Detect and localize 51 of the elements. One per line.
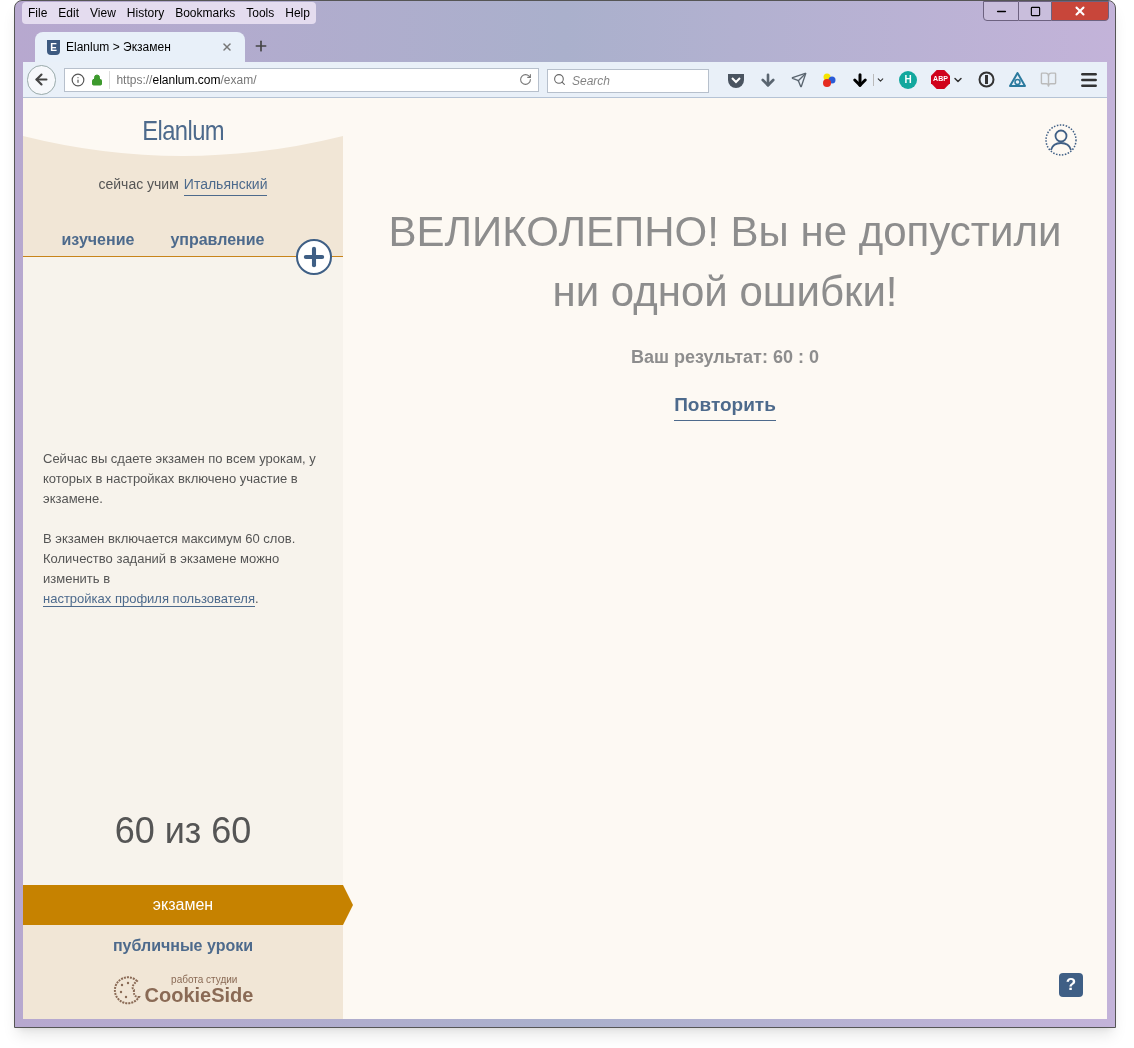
address-field[interactable]: https://elanlum.com/exam/ [64,67,539,92]
logo-text[interactable]: Elanlum [142,110,224,152]
menu-item[interactable]: Help [285,4,310,22]
close-button[interactable] [1051,1,1109,21]
back-arrow-icon [33,71,51,88]
credit-caption: работа студии [171,975,238,985]
menu-item[interactable]: Edit [58,4,80,22]
extension-badge[interactable]: H [899,70,917,89]
info-icon [71,72,86,87]
maximize-icon [1029,5,1041,17]
user-avatar-icon[interactable] [1045,124,1077,156]
result-text: Ваш результат: 60 : 0 [631,346,819,369]
success-heading: ВЕЛИКОЛЕПНО! Вы не допустили ни одной ошибки! [387,207,1063,317]
maximize-button[interactable] [1019,1,1051,21]
new-tab-icon[interactable] [253,38,269,54]
sidebar-tab[interactable]: изучение [61,228,135,252]
studio-credit[interactable]: работа студии CookieSide [112,975,254,1005]
close-icon [1073,4,1087,18]
sidebar-tab[interactable]: управление [170,228,265,252]
tab-title: Elanlum > Экзамен [66,39,172,56]
menu-item[interactable]: History [126,4,165,22]
paper-plane-icon[interactable] [791,71,807,88]
colored-dots-icon[interactable] [821,71,837,88]
help-button[interactable]: ? [1059,973,1083,997]
back-button[interactable] [27,64,57,95]
profile-settings-link[interactable]: настройках профиля пользователя [43,591,255,607]
search-field[interactable]: Search [547,68,709,93]
studio-brand: CookieSide [144,985,254,1005]
info-paragraph: В экзамен включается максимум 60 слов. Количество заданий в экзамене можно изменить в настройках профиля пользователя. [43,530,297,609]
info-paragraph: Сейчас вы сдаете экзамен по всем урокам, у которых в настройках включено участие в экзамене. [43,450,317,508]
pocket-icon[interactable] [727,71,745,88]
menu-item[interactable]: Bookmarks [175,4,236,22]
dropdown-caret-icon[interactable] [873,73,885,86]
nav-item[interactable]: публичные уроки [23,925,343,967]
language-link[interactable]: Итальянский [183,174,268,196]
add-button[interactable] [296,239,332,275]
password-icon[interactable] [978,71,995,88]
close-tab-icon[interactable] [221,41,233,53]
search-icon [553,72,566,86]
menu-item[interactable]: View [90,4,116,22]
url-text: https://elanlum.com/exam/ [109,70,513,89]
cookie-icon [112,975,143,1005]
learning-label: сейчас учим [98,175,179,194]
download-arrow-icon[interactable] [851,70,869,89]
menu-item[interactable]: Tools [246,4,275,22]
menu-item[interactable]: File [28,4,48,22]
reload-icon[interactable] [519,73,532,86]
retry-link[interactable]: Повторить [674,391,776,421]
nav-item[interactable]: экзамен [23,885,353,925]
favicon: E [47,39,60,55]
browser-tab[interactable]: E Elanlum > Экзамен [35,32,245,62]
